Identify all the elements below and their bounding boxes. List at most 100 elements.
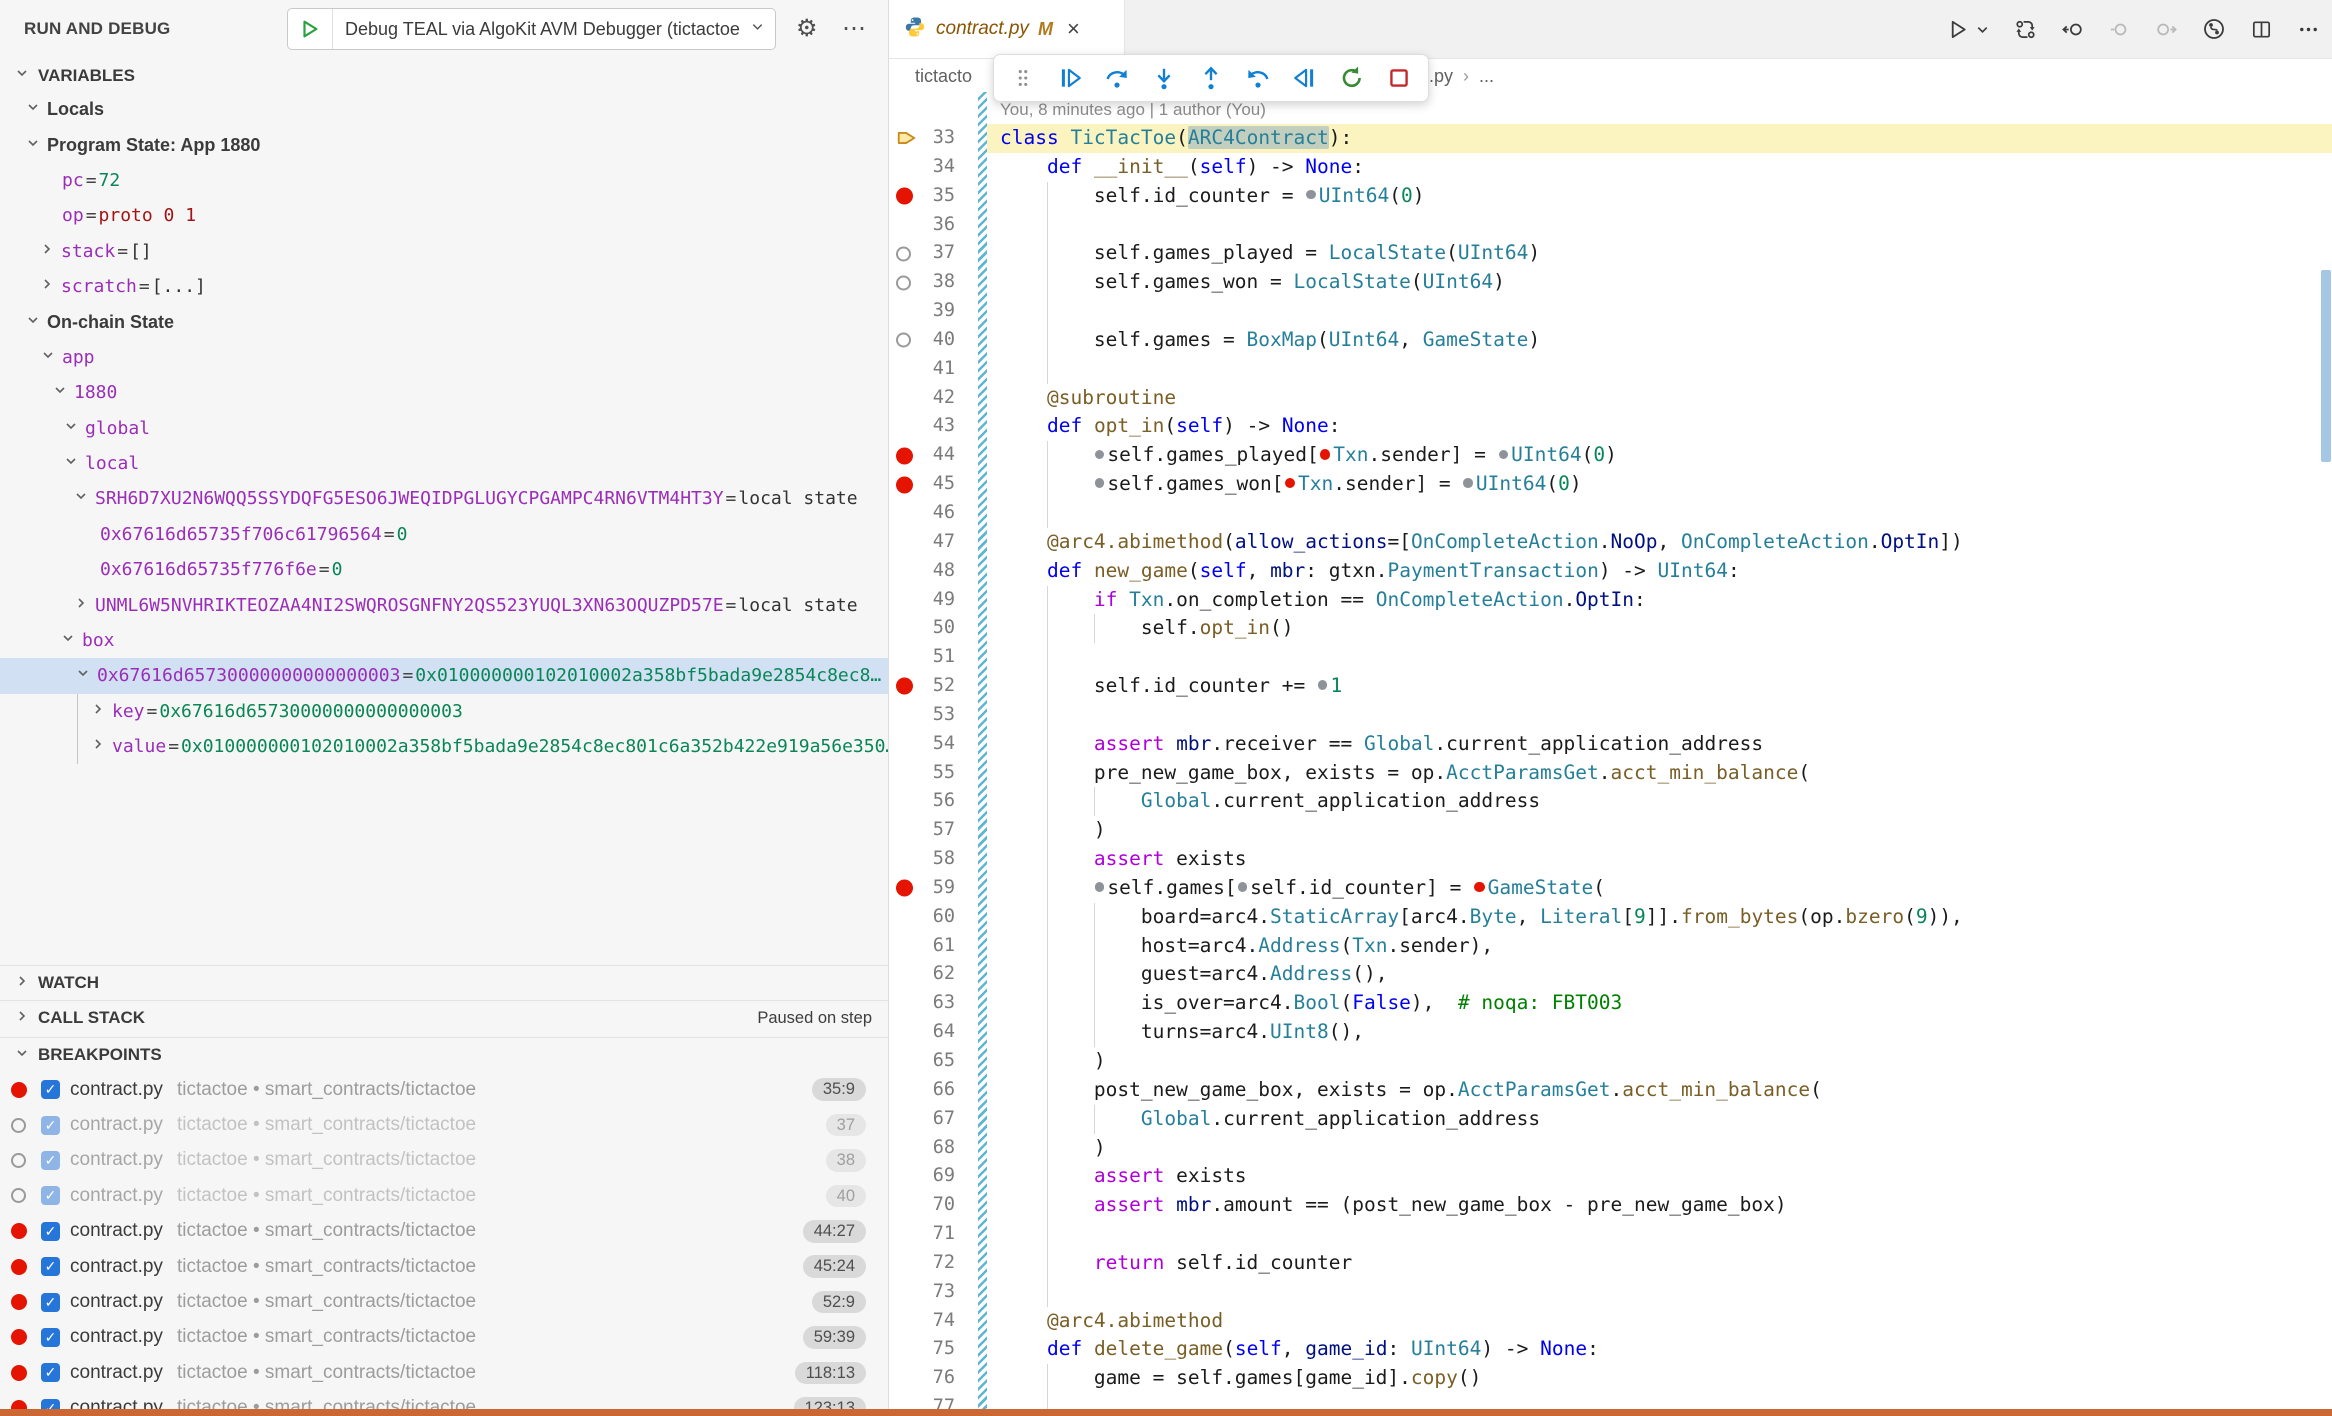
- step-into-button[interactable]: [1145, 59, 1183, 97]
- start-debug-icon[interactable]: [288, 9, 333, 49]
- code-line[interactable]: 46: [889, 499, 2332, 528]
- code-line[interactable]: 52 self.id_counter += 1: [889, 672, 2332, 701]
- code-line[interactable]: 43 def opt_in(self) -> None:: [889, 412, 2332, 441]
- variable-row[interactable]: app: [0, 340, 888, 375]
- breakpoints-section-header[interactable]: BREAKPOINTS: [0, 1037, 888, 1072]
- breakpoint-checkbox[interactable]: ✓: [41, 1080, 60, 1099]
- run-dropdown-icon[interactable]: [1975, 22, 1990, 37]
- breakpoint-row[interactable]: ✓contract.pytictactoe • smart_contracts/…: [0, 1284, 888, 1319]
- inline-breakpoint-icon[interactable]: [1320, 449, 1331, 460]
- continue-button[interactable]: [1051, 59, 1089, 97]
- code-line[interactable]: 69 assert exists: [889, 1162, 2332, 1191]
- run-icon[interactable]: [1946, 18, 1969, 41]
- previous-change-icon[interactable]: [2061, 18, 2084, 41]
- code-line[interactable]: 49 if Txn.on_completion == OnCompleteAct…: [889, 586, 2332, 615]
- code-line[interactable]: 48 def new_game(self, mbr: gtxn.PaymentT…: [889, 557, 2332, 586]
- inline-breakpoint-icon[interactable]: [1474, 882, 1485, 893]
- breakpoint-row[interactable]: ✓contract.pytictactoe • smart_contracts/…: [0, 1143, 888, 1178]
- variable-row[interactable]: Locals: [0, 92, 888, 127]
- code-line[interactable]: 33class TicTacToe(ARC4Contract):: [889, 124, 2332, 153]
- variable-row[interactable]: stack = []: [0, 234, 888, 269]
- close-icon[interactable]: ×: [1067, 18, 1080, 40]
- step-out-button[interactable]: [1192, 59, 1230, 97]
- breadcrumb-folder[interactable]: tictacto: [915, 59, 972, 93]
- code-line[interactable]: 57 ): [889, 816, 2332, 845]
- inline-breakpoint-candidate-icon[interactable]: [1463, 478, 1473, 488]
- step-back-button[interactable]: [1239, 59, 1277, 97]
- code-line[interactable]: 56 Global.current_application_address: [889, 787, 2332, 816]
- reverse-continue-button[interactable]: [1286, 59, 1324, 97]
- variable-row[interactable]: UNML6W5NVHRIKTEOZAA4NI2SWQROSGNFNY2QS523…: [0, 587, 888, 622]
- inline-breakpoint-candidate-icon[interactable]: [1095, 478, 1105, 488]
- gear-icon[interactable]: ⚙: [796, 0, 818, 58]
- breakpoint-checkbox[interactable]: ✓: [41, 1186, 60, 1205]
- breakpoint-checkbox[interactable]: ✓: [41, 1257, 60, 1276]
- inline-breakpoint-candidate-icon[interactable]: [1095, 450, 1105, 460]
- breakpoint-checkbox[interactable]: ✓: [41, 1222, 60, 1241]
- code-line[interactable]: 55 pre_new_game_box, exists = op.AcctPar…: [889, 759, 2332, 788]
- variable-row[interactable]: local: [0, 446, 888, 481]
- breakpoint-row[interactable]: ✓contract.pytictactoe • smart_contracts/…: [0, 1249, 888, 1284]
- open-changes-icon[interactable]: [2014, 18, 2037, 41]
- stop-button[interactable]: [1380, 59, 1418, 97]
- code-line[interactable]: 66 post_new_game_box, exists = op.AcctPa…: [889, 1076, 2332, 1105]
- code-line[interactable]: 41: [889, 355, 2332, 384]
- code-line[interactable]: 47 @arc4.abimethod(allow_actions=[OnComp…: [889, 528, 2332, 557]
- code-line[interactable]: 58 assert exists: [889, 845, 2332, 874]
- breakpoint-checkbox[interactable]: ✓: [41, 1363, 60, 1382]
- variable-row[interactable]: 0x67616d65735f776f6e = 0: [0, 552, 888, 587]
- code-line[interactable]: 70 assert mbr.amount == (post_new_game_b…: [889, 1191, 2332, 1220]
- code-line[interactable]: 68 ): [889, 1134, 2332, 1163]
- breakpoint-row[interactable]: ✓contract.pytictactoe • smart_contracts/…: [0, 1320, 888, 1355]
- variable-row[interactable]: key = 0x67616d65730000000000000003: [0, 694, 888, 729]
- code-line[interactable]: 38 self.games_won = LocalState(UInt64): [889, 268, 2332, 297]
- variable-row[interactable]: pc = 72: [0, 163, 888, 198]
- variable-row[interactable]: SRH6D7XU2N6WQQ5SSYDQFG5ESO6JWEQIDPGLUGYC…: [0, 481, 888, 516]
- code-line[interactable]: 35 self.id_counter = UInt64(0): [889, 182, 2332, 211]
- breadcrumb-symbol[interactable]: ...: [1479, 59, 1494, 93]
- variable-row[interactable]: scratch = [...]: [0, 269, 888, 304]
- code-line[interactable]: 51: [889, 643, 2332, 672]
- grip-handle[interactable]: [1004, 59, 1042, 97]
- variable-row[interactable]: box: [0, 623, 888, 658]
- code-line[interactable]: 45 self.games_won[Txn.sender] = UInt64(0…: [889, 470, 2332, 499]
- breakpoint-checkbox[interactable]: ✓: [41, 1293, 60, 1312]
- overview-ruler[interactable]: [2320, 92, 2332, 1416]
- code-line[interactable]: 76 game = self.games[game_id].copy(): [889, 1364, 2332, 1393]
- code-line[interactable]: 67 Global.current_application_address: [889, 1105, 2332, 1134]
- inline-breakpoint-icon[interactable]: [1285, 478, 1296, 489]
- tab-contract-py[interactable]: contract.py M ×: [889, 0, 1125, 58]
- code-line[interactable]: 60 board=arc4.StaticArray[arc4.Byte, Lit…: [889, 903, 2332, 932]
- restart-button[interactable]: [1333, 59, 1371, 97]
- code-line[interactable]: 64 turns=arc4.UInt8(),: [889, 1018, 2332, 1047]
- code-line[interactable]: 61 host=arc4.Address(Txn.sender),: [889, 932, 2332, 961]
- breakpoint-row[interactable]: ✓contract.pytictactoe • smart_contracts/…: [0, 1355, 888, 1390]
- code-line[interactable]: 34 def __init__(self) -> None:: [889, 153, 2332, 182]
- timeline-icon[interactable]: [2202, 17, 2226, 41]
- code-line[interactable]: 75 def delete_game(self, game_id: UInt64…: [889, 1335, 2332, 1364]
- variable-row[interactable]: Program State: App 1880: [0, 127, 888, 162]
- code-line[interactable]: 50 self.opt_in(): [889, 614, 2332, 643]
- breakpoint-checkbox[interactable]: ✓: [41, 1328, 60, 1347]
- variable-row[interactable]: global: [0, 411, 888, 446]
- code-line[interactable]: 59 self.games[self.id_counter] = GameSta…: [889, 874, 2332, 903]
- split-editor-icon[interactable]: [2250, 18, 2273, 41]
- variable-row[interactable]: 1880: [0, 375, 888, 410]
- code-line[interactable]: 63 is_over=arc4.Bool(False), # noqa: FBT…: [889, 989, 2332, 1018]
- change-indicator-icon[interactable]: [2108, 18, 2131, 41]
- code-line[interactable]: 39: [889, 297, 2332, 326]
- code-line[interactable]: 72 return self.id_counter: [889, 1249, 2332, 1278]
- variable-row[interactable]: op = proto 0 1: [0, 198, 888, 233]
- breakpoint-checkbox[interactable]: ✓: [41, 1151, 60, 1170]
- inline-breakpoint-candidate-icon[interactable]: [1306, 190, 1316, 200]
- inline-breakpoint-candidate-icon[interactable]: [1095, 882, 1105, 892]
- inline-breakpoint-candidate-icon[interactable]: [1318, 680, 1328, 690]
- breakpoint-row[interactable]: ✓contract.pytictactoe • smart_contracts/…: [0, 1214, 888, 1249]
- variable-row[interactable]: On-chain State: [0, 304, 888, 339]
- code-line[interactable]: 36: [889, 211, 2332, 240]
- watch-section-header[interactable]: WATCH: [0, 965, 888, 1000]
- inline-breakpoint-candidate-icon[interactable]: [1238, 882, 1248, 892]
- inline-breakpoint-candidate-icon[interactable]: [1499, 450, 1509, 460]
- more-actions-icon[interactable]: [2297, 18, 2320, 41]
- code-line[interactable]: 74 @arc4.abimethod: [889, 1307, 2332, 1336]
